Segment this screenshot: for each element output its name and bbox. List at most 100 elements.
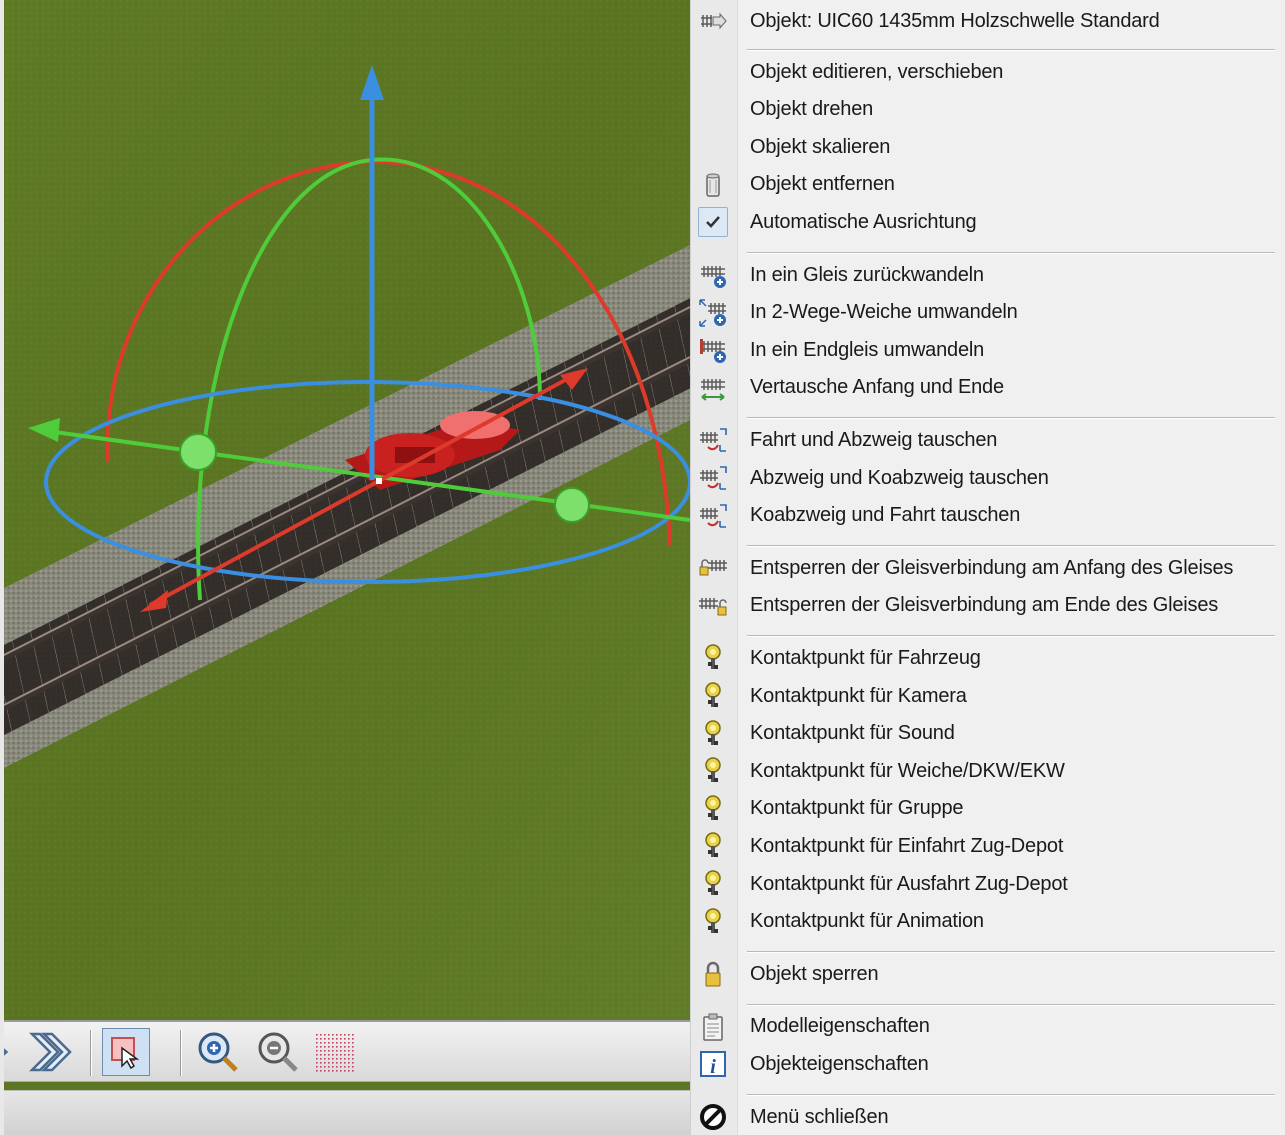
menu-item-kontaktpunkt-fuer-weiche-dkw-ekw[interactable]: Kontaktpunkt für Weiche/DKW/EKW	[691, 753, 1285, 789]
menu-item-icon-slot	[698, 643, 728, 673]
menu-item-objekteigenschaften[interactable]: i Objekteigenschaften	[691, 1046, 1285, 1082]
menu-item-label: Modelleigenschaften	[750, 1015, 930, 1038]
menu-item-icon-slot	[698, 95, 728, 125]
menu-item-koabzweig-und-fahrt-tauschen[interactable]: Koabzweig und Fahrt tauschen	[691, 498, 1285, 534]
track-plus-icon	[701, 266, 726, 288]
menu-separator	[747, 545, 1275, 548]
menu-item-entsperren-der-gleisverbindung-am-ende-des-gleises[interactable]: Entsperren der Gleisverbindung am Ende d…	[691, 588, 1285, 624]
menu-item-objekt-skalieren[interactable]: Objekt skalieren	[691, 129, 1285, 165]
grid-button[interactable]	[310, 1028, 358, 1076]
menu-item-icon-slot	[698, 6, 728, 36]
menu-item-icon-slot	[698, 373, 728, 403]
menu-separator	[747, 417, 1275, 420]
menu-item-label: Fahrt und Abzweig tauschen	[750, 428, 998, 451]
menu-separator	[747, 1094, 1275, 1096]
fast-forward-button[interactable]	[28, 1028, 76, 1076]
menu-item-vertausche-anfang-und-ende[interactable]: Vertausche Anfang und Ende	[691, 370, 1285, 406]
zoom-in-icon	[198, 1032, 238, 1072]
menu-item-label: Objekt editieren, verschieben	[750, 60, 1004, 83]
menu-separator	[747, 252, 1275, 254]
menu-item-entsperren-der-gleisverbindung-am-anfang-des-gleises[interactable]: Entsperren der Gleisverbindung am Anfang…	[691, 550, 1285, 586]
contact-point-icon	[705, 907, 721, 933]
zoom-out-button[interactable]	[254, 1028, 302, 1076]
status-bar	[4, 1090, 690, 1135]
menu-item-objekt-editieren-verschieben[interactable]: Objekt editieren, verschieben	[691, 54, 1285, 90]
menu-item-icon-slot	[698, 869, 728, 899]
menu-item-icon-slot	[698, 463, 728, 493]
endtrack-plus-icon	[700, 339, 726, 364]
select-button[interactable]	[102, 1028, 150, 1076]
3d-viewport[interactable]	[0, 0, 690, 1135]
contact-point-icon	[705, 795, 721, 820]
menu-item-icon-slot: i	[698, 1049, 728, 1079]
menu-item-objekt-sperren[interactable]: Objekt sperren	[691, 956, 1285, 992]
fast-forward-icon	[28, 1032, 72, 1072]
menu-header-object[interactable]: Objekt: UIC60 1435mm Holzschwelle Standa…	[691, 3, 1285, 39]
menu-item-label: In ein Endgleis umwandeln	[750, 338, 985, 361]
menu-item-kontaktpunkt-fuer-kamera[interactable]: Kontaktpunkt für Kamera	[691, 678, 1285, 714]
menu-item-label: Menü schließen	[750, 1105, 889, 1128]
menu-item-label: In ein Gleis zurückwandeln	[750, 263, 984, 286]
menu-item-icon-slot	[698, 1012, 728, 1042]
branch-swap-icon	[700, 466, 727, 490]
contact-point-icon	[705, 757, 721, 783]
menu-item-icon-slot	[698, 959, 728, 989]
menu-item-icon-slot	[698, 794, 728, 824]
menu-item-in-2-wege-weiche-umwandeln[interactable]: In 2-Wege-Weiche umwandeln	[691, 295, 1285, 331]
menu-item-kontaktpunkt-fuer-einfahrt-zug-depot[interactable]: Kontaktpunkt für Einfahrt Zug-Depot	[691, 828, 1285, 864]
menu-item-icon-slot	[698, 756, 728, 786]
menu-item-label: In 2-Wege-Weiche umwandeln	[750, 301, 1018, 324]
menu-item-label: Kontaktpunkt für Gruppe	[750, 797, 964, 820]
menu-item-in-ein-endgleis-umwandeln[interactable]: In ein Endgleis umwandeln	[691, 332, 1285, 368]
menu-item-objekt-entfernen[interactable]: Objekt entfernen	[691, 167, 1285, 203]
menu-item-label: Objekt sperren	[750, 962, 879, 985]
menu-item-icon-slot	[698, 170, 728, 200]
track-arrow-icon	[701, 12, 727, 30]
menu-item-label: Kontaktpunkt für Sound	[750, 722, 955, 745]
menu-item-icon-slot	[698, 207, 728, 238]
context-menu: Objekt: UIC60 1435mm Holzschwelle Standa…	[690, 0, 1285, 1135]
menu-separator	[747, 1003, 1275, 1006]
contact-point-icon	[705, 832, 721, 858]
branch-swap-icon	[700, 428, 727, 453]
unlock-start-icon	[699, 559, 727, 576]
menu-item-label: Koabzweig und Fahrt tauschen	[750, 504, 1021, 527]
menu-item-icon-slot	[698, 591, 728, 621]
menu-item-modelleigenschaften[interactable]: Modelleigenschaften	[691, 1009, 1285, 1045]
close-circle-icon	[700, 1104, 726, 1130]
menu-item-label: Kontaktpunkt für Ausfahrt Zug-Depot	[750, 872, 1068, 895]
contact-point-icon	[705, 644, 721, 670]
contact-point-icon	[705, 682, 721, 707]
menu-item-kontaktpunkt-fuer-fahrzeug[interactable]: Kontaktpunkt für Fahrzeug	[691, 640, 1285, 676]
menu-item-kontaktpunkt-fuer-gruppe[interactable]: Kontaktpunkt für Gruppe	[691, 791, 1285, 827]
scene-canvas[interactable]	[0, 0, 690, 1020]
menu-item-fahrt-und-abzweig-tauschen[interactable]: Fahrt und Abzweig tauschen	[691, 422, 1285, 458]
menu-item-icon-slot	[698, 719, 728, 749]
menu-item-kontaktpunkt-fuer-ausfahrt-zug-depot[interactable]: Kontaktpunkt für Ausfahrt Zug-Depot	[691, 866, 1285, 902]
viewport-toolbar	[0, 1020, 690, 1082]
menu-item-label: Abzweig und Koabzweig tauschen	[750, 466, 1049, 489]
menu-item-label: Entsperren der Gleisverbindung am Anfang…	[750, 556, 1234, 579]
menu-item-icon-slot	[698, 831, 728, 861]
menu-item-kontaktpunkt-fuer-sound[interactable]: Kontaktpunkt für Sound	[691, 716, 1285, 752]
menu-separator	[747, 951, 1275, 954]
switch-plus-icon	[699, 298, 726, 327]
select-cursor-icon	[111, 1037, 140, 1070]
contact-point-icon	[705, 719, 721, 745]
menu-item-label: Objekt entfernen	[750, 173, 895, 196]
check-icon	[698, 207, 728, 238]
menu-item-icon-slot	[698, 298, 728, 328]
menu-item-icon-slot	[698, 553, 728, 583]
menu-item-label: Kontaktpunkt für Animation	[750, 910, 984, 933]
info-icon: i	[700, 1051, 726, 1078]
branch-swap-icon	[700, 503, 727, 528]
menu-item-label: Vertausche Anfang und Ende	[750, 376, 1004, 399]
menu-item-abzweig-und-koabzweig-tauschen[interactable]: Abzweig und Koabzweig tauschen	[691, 460, 1285, 496]
menu-item-kontaktpunkt-fuer-animation[interactable]: Kontaktpunkt für Animation	[691, 904, 1285, 940]
menu-item-automatische-ausrichtung[interactable]: Automatische Ausrichtung	[691, 204, 1285, 240]
menu-item-objekt-drehen[interactable]: Objekt drehen	[691, 92, 1285, 128]
menu-item-label: Automatische Ausrichtung	[750, 210, 977, 233]
menu-item-in-ein-gleis-zurueckwandeln[interactable]: In ein Gleis zurückwandeln	[691, 257, 1285, 293]
menu-item-menue-schliessen[interactable]: Menü schließen	[691, 1099, 1285, 1135]
zoom-in-button[interactable]	[194, 1028, 242, 1076]
